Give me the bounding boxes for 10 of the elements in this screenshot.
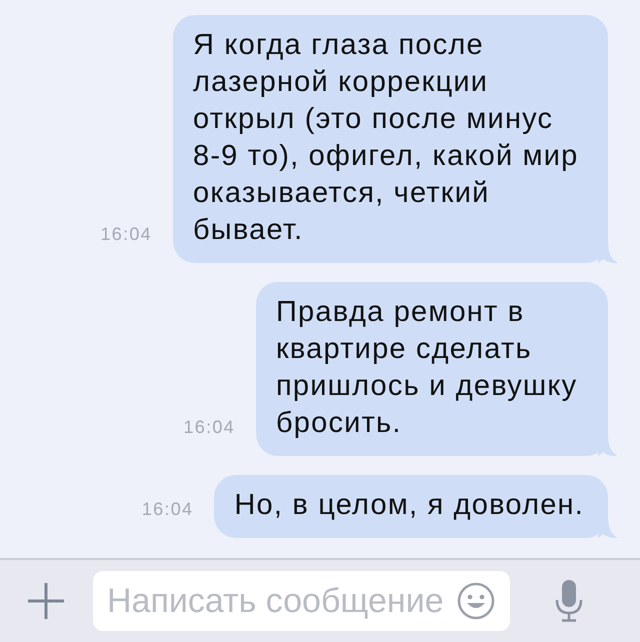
message-input-field[interactable]: Написать сообщение [93,571,510,631]
message-text: Правда ремонт в квартире сделать пришлось и девушку бросить. [276,295,578,441]
message-time: 16:04 [100,223,152,245]
message-time: 16:04 [183,416,235,438]
add-icon[interactable] [27,582,65,620]
message-text: Я когда глаза после лазерной коррекции открыл (это после минус 8-9 то), офигел, какой мир оказывается, четкий бывает. [193,28,580,248]
microphone-icon[interactable] [555,580,583,622]
message-time: 16:04 [142,498,194,520]
message-text: Но, в целом, я доволен. [234,488,584,523]
smiley-icon[interactable] [457,582,495,620]
